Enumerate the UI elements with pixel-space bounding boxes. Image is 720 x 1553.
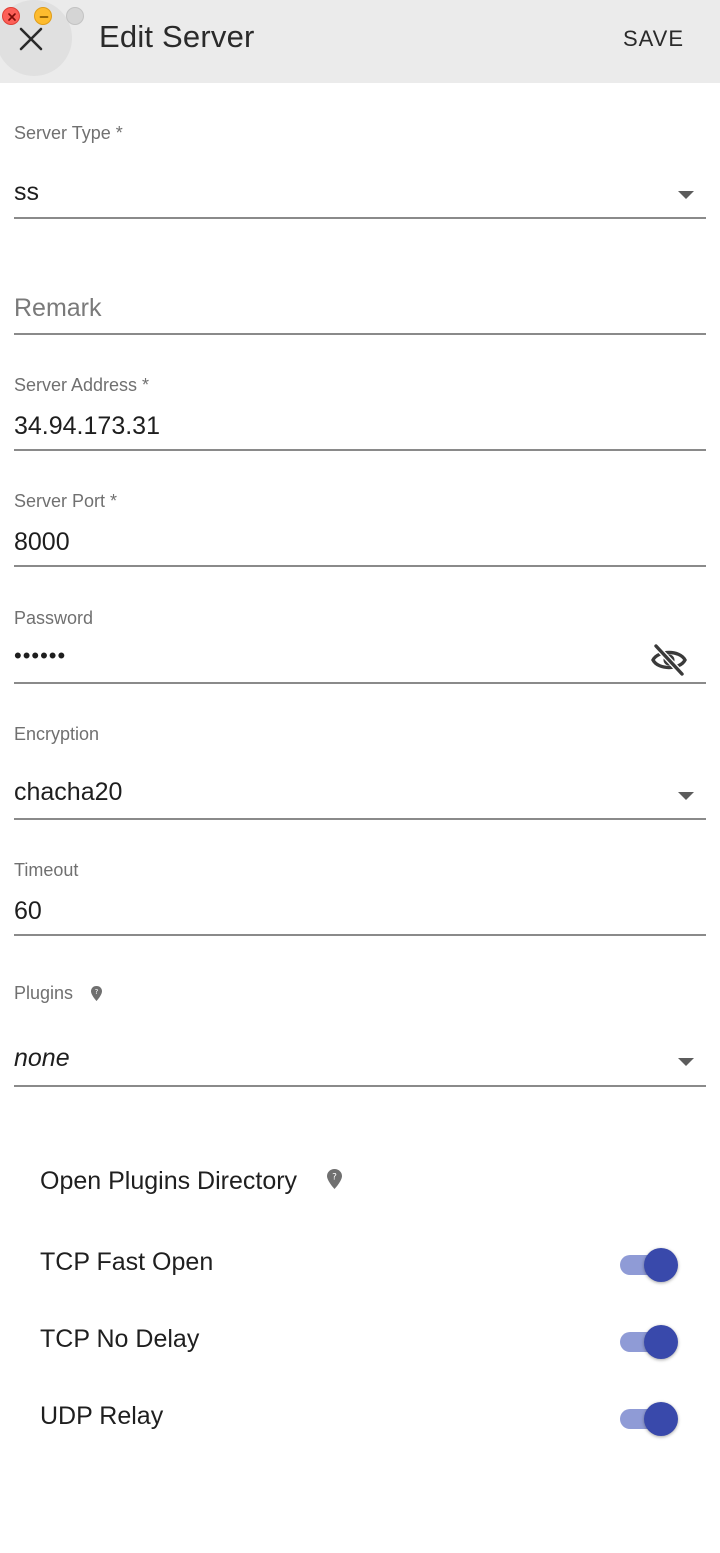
remark-input[interactable]: Remark	[14, 280, 706, 336]
server-port-input[interactable]: Server Port * 8000	[14, 486, 706, 568]
open-plugins-directory-label: Open Plugins Directory	[40, 1167, 298, 1195]
timeout-value: 60	[14, 897, 42, 925]
plugins-label: Plugins	[14, 983, 74, 1003]
tcp-fast-open-item: TCP Fast Open	[0, 1232, 720, 1296]
remark-underline	[14, 333, 706, 335]
chevron-down-icon	[678, 792, 694, 800]
window-minimize-dot[interactable]	[34, 7, 52, 25]
chevron-down-icon	[678, 191, 694, 199]
window-zoom-dot[interactable]	[66, 7, 84, 25]
udp-relay-label: UDP Relay	[40, 1402, 164, 1430]
tcp-fast-open-label: TCP Fast Open	[40, 1248, 214, 1276]
open-plugins-directory-item[interactable]: Open Plugins Directory ?	[0, 1150, 720, 1214]
timeout-underline	[14, 934, 706, 936]
svg-text:?: ?	[95, 988, 99, 996]
toggle-thumb	[644, 1248, 678, 1282]
close-icon	[19, 27, 43, 51]
tcp-no-delay-label: TCP No Delay	[40, 1325, 200, 1353]
plugins-select[interactable]: Plugins ? none	[14, 978, 706, 1088]
server-type-underline	[14, 217, 706, 219]
password-underline	[14, 682, 706, 684]
password-input[interactable]: Password ••••••	[14, 603, 706, 685]
timeout-label: Timeout	[14, 860, 79, 880]
udp-relay-item: UDP Relay	[0, 1386, 720, 1450]
help-bubble-icon[interactable]: ?	[90, 985, 103, 1002]
encryption-value: chacha20	[14, 778, 123, 806]
server-address-underline	[14, 449, 706, 451]
toggle-thumb	[644, 1325, 678, 1359]
server-port-underline	[14, 565, 706, 567]
server-address-value: 34.94.173.31	[14, 412, 160, 440]
encryption-label: Encryption	[14, 724, 100, 744]
server-type-value: ss	[14, 178, 39, 206]
chevron-down-icon	[678, 1058, 694, 1066]
password-value: ••••••	[14, 643, 67, 668]
save-button[interactable]: SAVE	[623, 26, 684, 52]
window-close-icon	[8, 13, 16, 21]
window-minimize-icon	[39, 16, 49, 18]
server-address-label: Server Address *	[14, 375, 150, 395]
window-close-dot[interactable]	[2, 7, 20, 25]
title-bar: Edit Server SAVE	[0, 0, 720, 83]
remark-placeholder: Remark	[14, 294, 102, 322]
encryption-underline	[14, 818, 706, 820]
server-type-select[interactable]: Server Type * ss	[14, 118, 706, 220]
encryption-select[interactable]: Encryption chacha20	[14, 719, 706, 821]
tcp-fast-open-toggle[interactable]	[618, 1246, 680, 1282]
server-address-input[interactable]: Server Address * 34.94.173.31	[14, 370, 706, 452]
server-port-value: 8000	[14, 528, 70, 556]
server-port-label: Server Port *	[14, 491, 118, 511]
edit-server-window: Edit Server SAVE Server Type * ss Remark…	[0, 0, 720, 1553]
timeout-input[interactable]: Timeout 60	[14, 855, 706, 937]
help-bubble-icon[interactable]: ?	[326, 1168, 343, 1190]
udp-relay-toggle[interactable]	[618, 1400, 680, 1436]
plugins-value: none	[14, 1044, 70, 1072]
tcp-no-delay-toggle[interactable]	[618, 1323, 680, 1359]
plugins-underline	[14, 1085, 706, 1087]
svg-text:?: ?	[332, 1173, 337, 1183]
server-type-label: Server Type *	[14, 123, 123, 143]
page-title: Edit Server	[99, 19, 255, 54]
password-label: Password	[14, 608, 94, 628]
eye-off-icon[interactable]	[650, 643, 688, 677]
toggle-thumb	[644, 1402, 678, 1436]
tcp-no-delay-item: TCP No Delay	[0, 1309, 720, 1373]
